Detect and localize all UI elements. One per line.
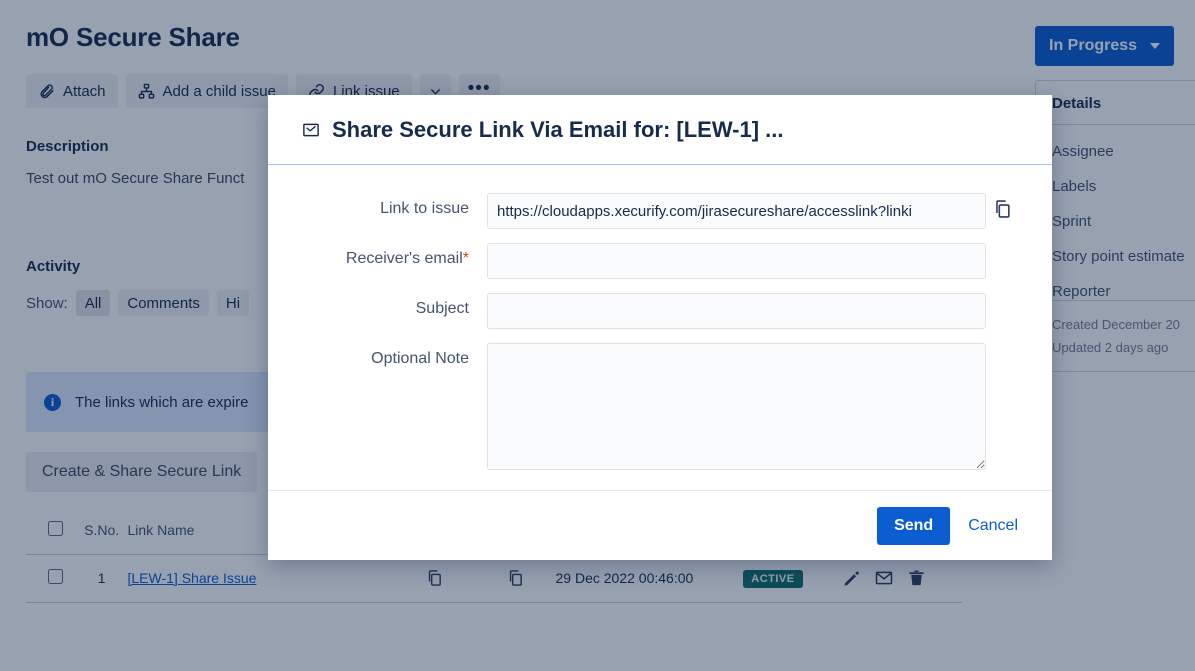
share-secure-link-dialog: Share Secure Link Via Email for: [LEW-1]… xyxy=(268,95,1052,560)
link-to-issue-input[interactable] xyxy=(487,193,986,229)
receiver-email-row: Receiver's email* xyxy=(302,243,1018,279)
subject-label: Subject xyxy=(415,300,469,317)
optional-note-label: Optional Note xyxy=(371,350,469,367)
receiver-email-label: Receiver's email* xyxy=(302,243,487,268)
cancel-button[interactable]: Cancel xyxy=(968,517,1018,535)
dialog-body: Link to issue Receiver's email* Subject … xyxy=(268,165,1052,490)
subject-row: Subject xyxy=(302,293,1018,329)
link-to-issue-row: Link to issue xyxy=(302,193,1018,229)
optional-note-row: Optional Note xyxy=(302,343,1018,470)
dialog-header: Share Secure Link Via Email for: [LEW-1]… xyxy=(268,95,1052,165)
envelope-icon xyxy=(302,121,320,139)
required-asterisk: * xyxy=(462,250,469,267)
subject-input[interactable] xyxy=(487,293,986,329)
dialog-footer: Send Cancel xyxy=(268,490,1052,560)
copy-link-icon[interactable] xyxy=(986,193,1018,219)
dialog-title: Share Secure Link Via Email for: [LEW-1]… xyxy=(332,116,784,142)
optional-note-textarea[interactable] xyxy=(487,343,986,470)
receiver-email-label-text: Receiver's email xyxy=(345,250,463,267)
send-button[interactable]: Send xyxy=(877,506,951,545)
link-to-issue-label: Link to issue xyxy=(380,200,469,217)
receiver-email-input[interactable] xyxy=(487,243,986,279)
